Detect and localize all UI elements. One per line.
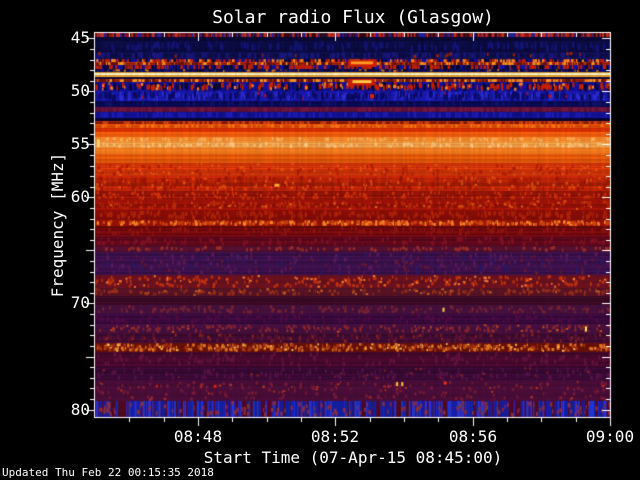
x-tick-label: 08:56 [448, 427, 498, 446]
spectrogram-canvas [0, 0, 640, 480]
x-axis-label: Start Time (07-Apr-15 08:45:00) [203, 448, 503, 467]
solar-radio-flux-figure: Solar radio Flux (Glasgow) Frequency [MH… [0, 0, 640, 480]
y-tick-label: 45 [70, 28, 90, 47]
x-tick-label: 08:48 [173, 427, 223, 446]
y-tick-label: 80 [70, 400, 90, 419]
y-axis-label: Frequency [MHz] [48, 152, 67, 298]
chart-title: Solar radio Flux (Glasgow) [212, 7, 494, 28]
updated-timestamp: Updated Thu Feb 22 00:15:35 2018 [2, 466, 214, 479]
y-tick-label: 70 [70, 293, 90, 312]
y-tick-label: 50 [70, 81, 90, 100]
x-tick-label: 09:00 [585, 427, 635, 446]
y-tick-label: 55 [70, 134, 90, 153]
x-tick-label: 08:52 [310, 427, 360, 446]
y-tick-label: 60 [70, 187, 90, 206]
